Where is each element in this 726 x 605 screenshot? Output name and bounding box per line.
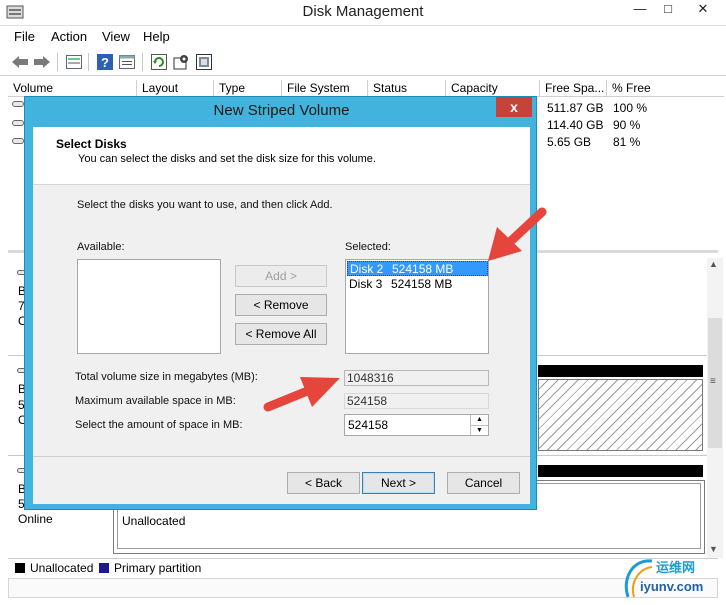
- watermark-text: 运维网: [656, 560, 696, 575]
- annotation-arrows: [263, 207, 547, 412]
- watermark-url: iyunv.com: [640, 579, 704, 594]
- arrow-to-selected-disks: [488, 207, 547, 261]
- arrow-to-total-size: [263, 377, 340, 412]
- site-watermark: 运维网 iyunv.com: [620, 553, 724, 603]
